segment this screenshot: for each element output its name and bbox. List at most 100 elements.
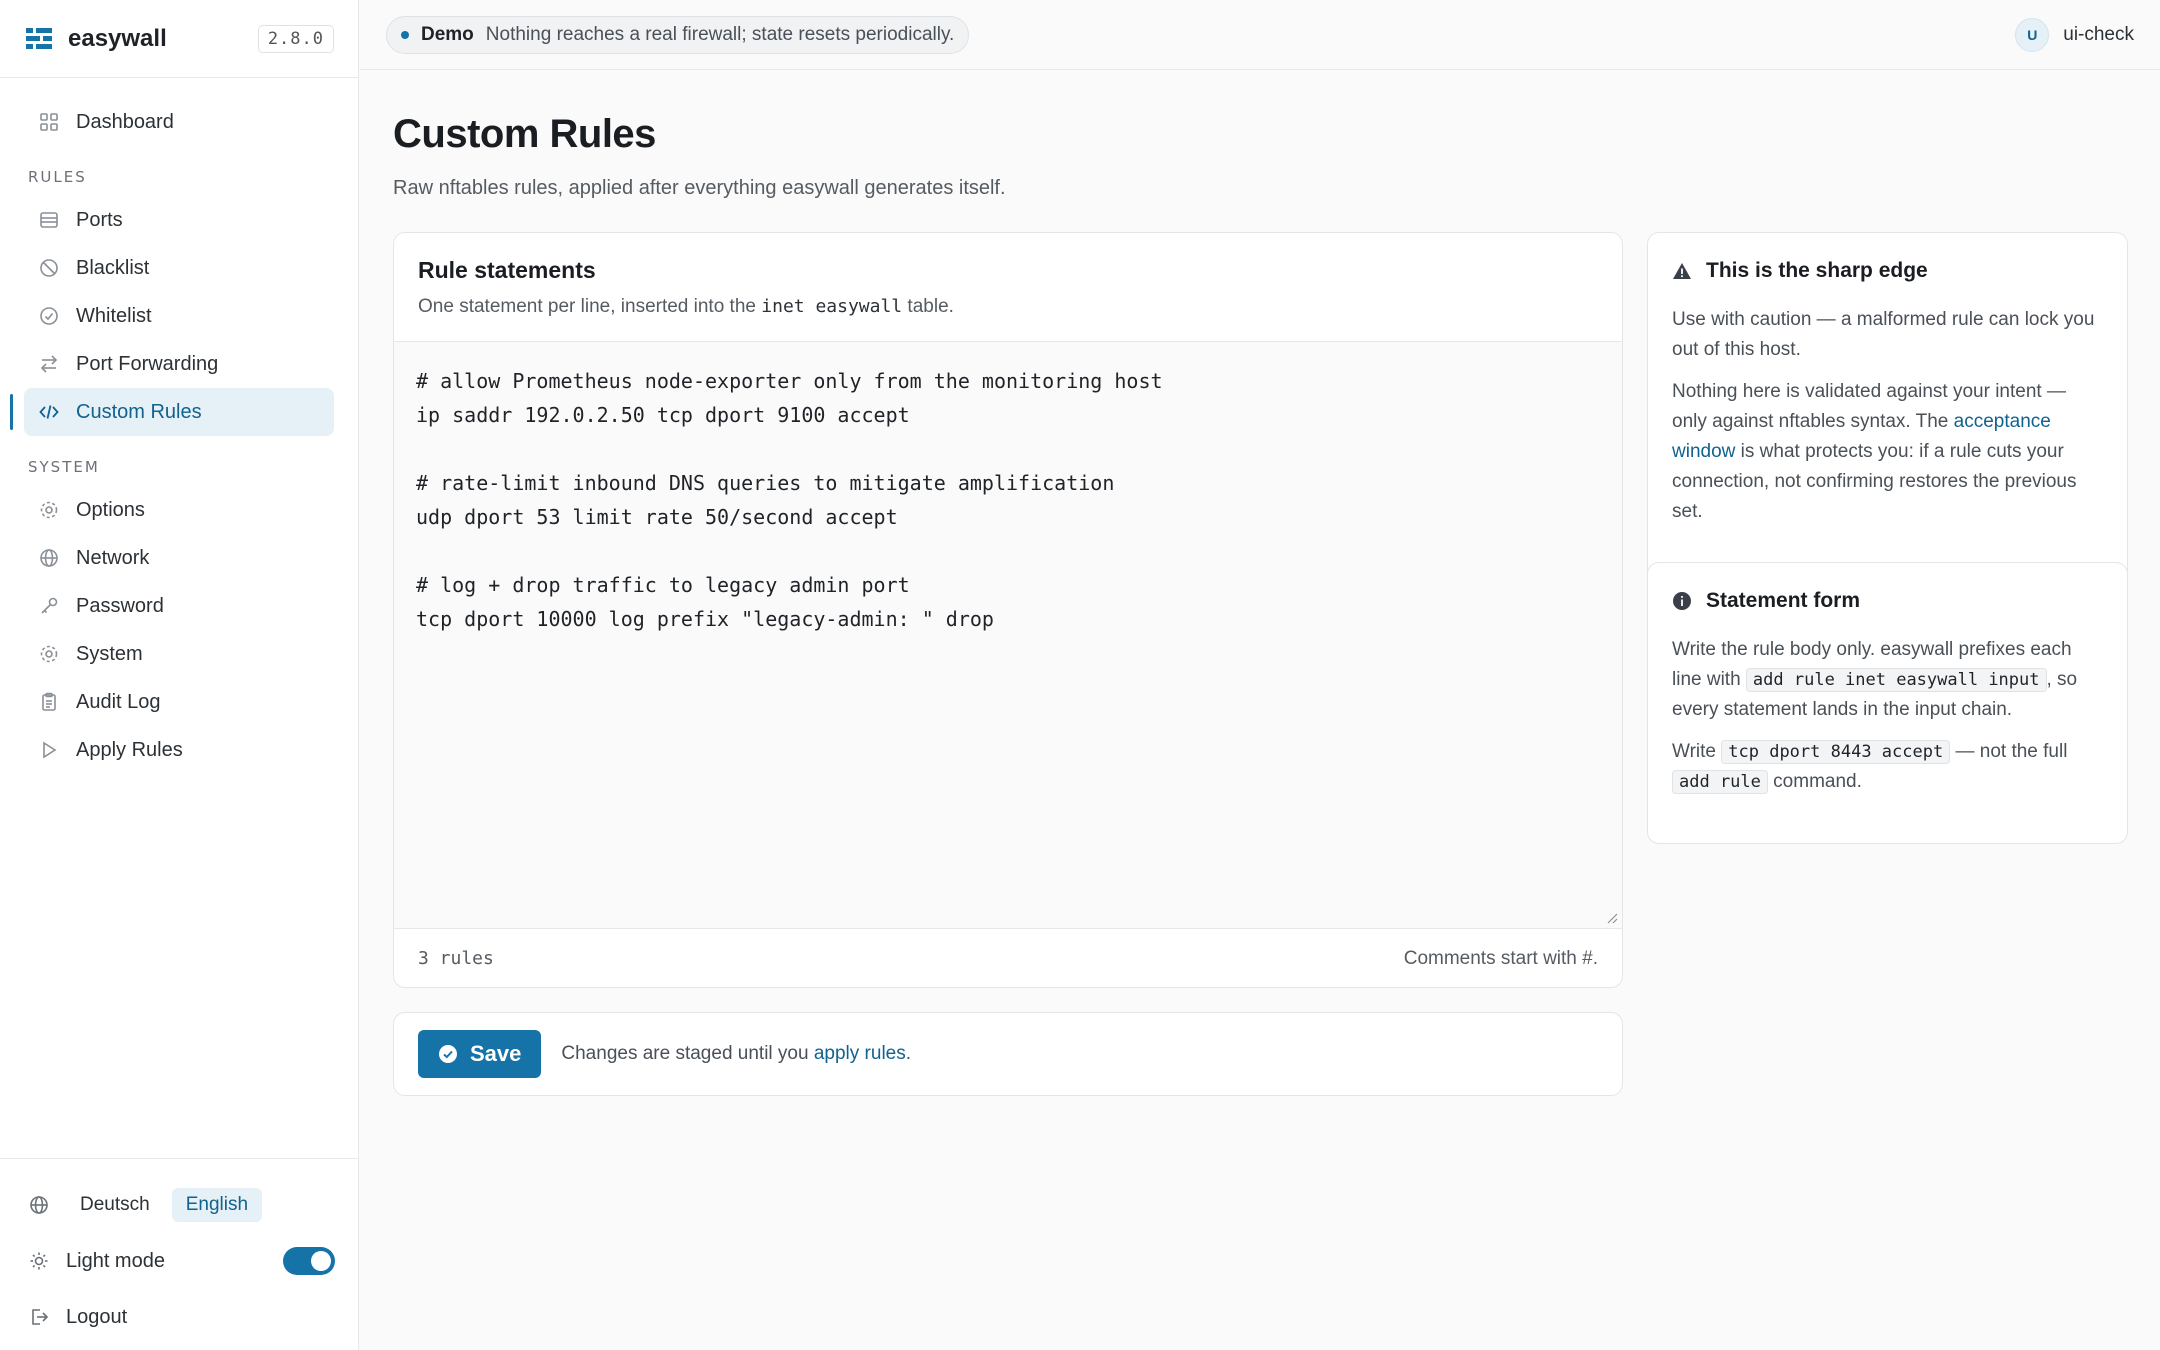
nav-item-dashboard[interactable]: Dashboard [24, 98, 334, 146]
form-text-2: Write tcp dport 8443 accept — not the fu… [1672, 737, 2103, 797]
nav-item-network[interactable]: Network [24, 534, 334, 582]
save-button[interactable]: Save [418, 1030, 542, 1078]
warning-title-text: This is the sharp edge [1706, 259, 1928, 282]
easywall-logo-icon [26, 27, 52, 49]
editor-footer: 3 rules Comments start with #. [394, 928, 1622, 987]
nav-item-port-forwarding[interactable]: Port Forwarding [24, 340, 334, 388]
form-p2-prefix: Write [1672, 741, 1722, 762]
nav-item-system[interactable]: System [24, 630, 334, 678]
brand: easywall 2.8.0 [0, 0, 358, 78]
nav-label: Password [76, 594, 164, 617]
nav-label: Blacklist [76, 256, 150, 279]
form-title-text: Statement form [1706, 589, 1861, 612]
page-title: Custom Rules [393, 112, 656, 156]
demo-title: Demo [421, 23, 474, 45]
comments-hint: Comments start with #. [1403, 947, 1598, 969]
code-line: # allow Prometheus node-exporter only fr… [416, 369, 1163, 393]
rules-textarea[interactable]: # allow Prometheus node-exporter only fr… [394, 342, 1622, 928]
warning-card: This is the sharp edge Use with caution … [1647, 232, 2128, 614]
demo-text: Nothing reaches a real firewall; state r… [485, 23, 955, 45]
section-label-rules: RULES [28, 168, 87, 186]
code-snippet: tcp dport 8443 accept [1721, 740, 1951, 764]
apply-rules-link[interactable]: apply rules [814, 1043, 906, 1064]
ban-icon [38, 257, 60, 279]
key-icon [38, 595, 60, 617]
form-p2-suffix: command. [1767, 771, 1862, 792]
save-label: Save [470, 1041, 522, 1066]
nav-item-whitelist[interactable]: Whitelist [24, 292, 334, 340]
username: ui-check [2063, 23, 2134, 45]
nav-label: Custom Rules [76, 400, 202, 423]
nav-item-apply-rules[interactable]: Apply Rules [24, 726, 334, 774]
lang-english-button[interactable]: English [171, 1188, 263, 1222]
save-note-prefix: Changes are staged until you [561, 1043, 814, 1064]
rule-editor-card: Rule statements One statement per line, … [393, 232, 1623, 988]
form-p2-mid: — not the full [1950, 741, 2068, 762]
nav-item-ports[interactable]: Ports [24, 196, 334, 244]
warning-title: This is the sharp edge [1672, 259, 2103, 283]
nav-item-audit-log[interactable]: Audit Log [24, 678, 334, 726]
cog-icon [38, 643, 60, 665]
section-label-system: SYSTEM [28, 458, 100, 476]
editor-desc-prefix: One statement per line, inserted into th… [418, 296, 762, 317]
server-icon [38, 209, 60, 231]
code-line: udp dport 53 limit rate 50/second accept [416, 505, 898, 529]
gear-icon [38, 499, 60, 521]
nav-label: Options [76, 498, 145, 521]
play-icon [38, 739, 60, 761]
code-snippet: add rule inet easywall input [1745, 668, 2047, 692]
nav-label: Ports [76, 208, 123, 231]
save-bar: Save Changes are staged until you apply … [393, 1012, 1623, 1096]
editor-description: One statement per line, inserted into th… [418, 296, 1598, 318]
resize-handle-icon[interactable] [1606, 912, 1618, 924]
editor-title: Rule statements [418, 257, 596, 283]
form-title: Statement form [1672, 589, 2103, 613]
logout-icon [28, 1306, 50, 1328]
save-note: Changes are staged until you apply rules… [561, 1043, 911, 1065]
theme-row: Light mode [24, 1233, 335, 1289]
logout-button[interactable]: Logout [24, 1289, 335, 1345]
editor-header: Rule statements One statement per line, … [394, 233, 1622, 342]
nav-label: System [76, 642, 143, 665]
avatar: U [2015, 17, 2050, 52]
main-content: Custom Rules Raw nftables rules, applied… [393, 70, 2128, 1096]
warning-text-1: Use with caution — a malformed rule can … [1672, 309, 2095, 360]
topbar: Demo Nothing reaches a real firewall; st… [360, 0, 2160, 70]
clipboard-icon [38, 691, 60, 713]
nav-label: Network [76, 546, 150, 569]
editor-desc-suffix: table. [902, 296, 954, 317]
nav-label: Audit Log [76, 690, 161, 713]
nav-item-options[interactable]: Options [24, 486, 334, 534]
nav-item-blacklist[interactable]: Blacklist [24, 244, 334, 292]
code-line: # rate-limit inbound DNS queries to miti… [416, 471, 1115, 495]
warning-triangle-icon [1673, 263, 1691, 279]
nav-item-custom-rules[interactable]: Custom Rules [10, 388, 334, 436]
user-menu[interactable]: U ui-check [2015, 17, 2134, 52]
lang-deutsch-button[interactable]: Deutsch [66, 1188, 164, 1222]
editor-desc-code: inet easywall [761, 296, 903, 317]
info-icon [1673, 592, 1691, 610]
save-note-suffix: . [905, 1043, 912, 1064]
page-subtitle: Raw nftables rules, applied after everyt… [393, 177, 1006, 199]
grid-icon [38, 111, 60, 133]
code-icon [38, 401, 60, 423]
warning-text-2: Nothing here is validated against your i… [1672, 377, 2103, 527]
sidebar-footer: Deutsch English Light mode Logout [0, 1158, 359, 1350]
nav-label: Dashboard [76, 110, 174, 133]
check-circle-icon [439, 1045, 457, 1063]
nav-label: Port Forwarding [76, 352, 219, 375]
code-line: ip saddr 192.0.2.50 tcp dport 9100 accep… [416, 403, 910, 427]
code-line: tcp dport 10000 log prefix "legacy-admin… [416, 607, 994, 631]
logout-label: Logout [66, 1305, 128, 1328]
version-badge: 2.8.0 [257, 24, 334, 53]
code-snippet: add rule [1672, 770, 1768, 794]
nav-item-password[interactable]: Password [24, 582, 334, 630]
sidebar: easywall 2.8.0 Dashboard RULES Ports Bla… [0, 0, 359, 1350]
brand-name[interactable]: easywall [68, 25, 167, 53]
nav-label: Apply Rules [76, 738, 183, 761]
theme-toggle[interactable] [283, 1247, 335, 1275]
nav-label: Whitelist [76, 304, 152, 327]
form-text-1: Write the rule body only. easywall prefi… [1672, 635, 2103, 725]
code-line: # log + drop traffic to legacy admin por… [416, 573, 910, 597]
